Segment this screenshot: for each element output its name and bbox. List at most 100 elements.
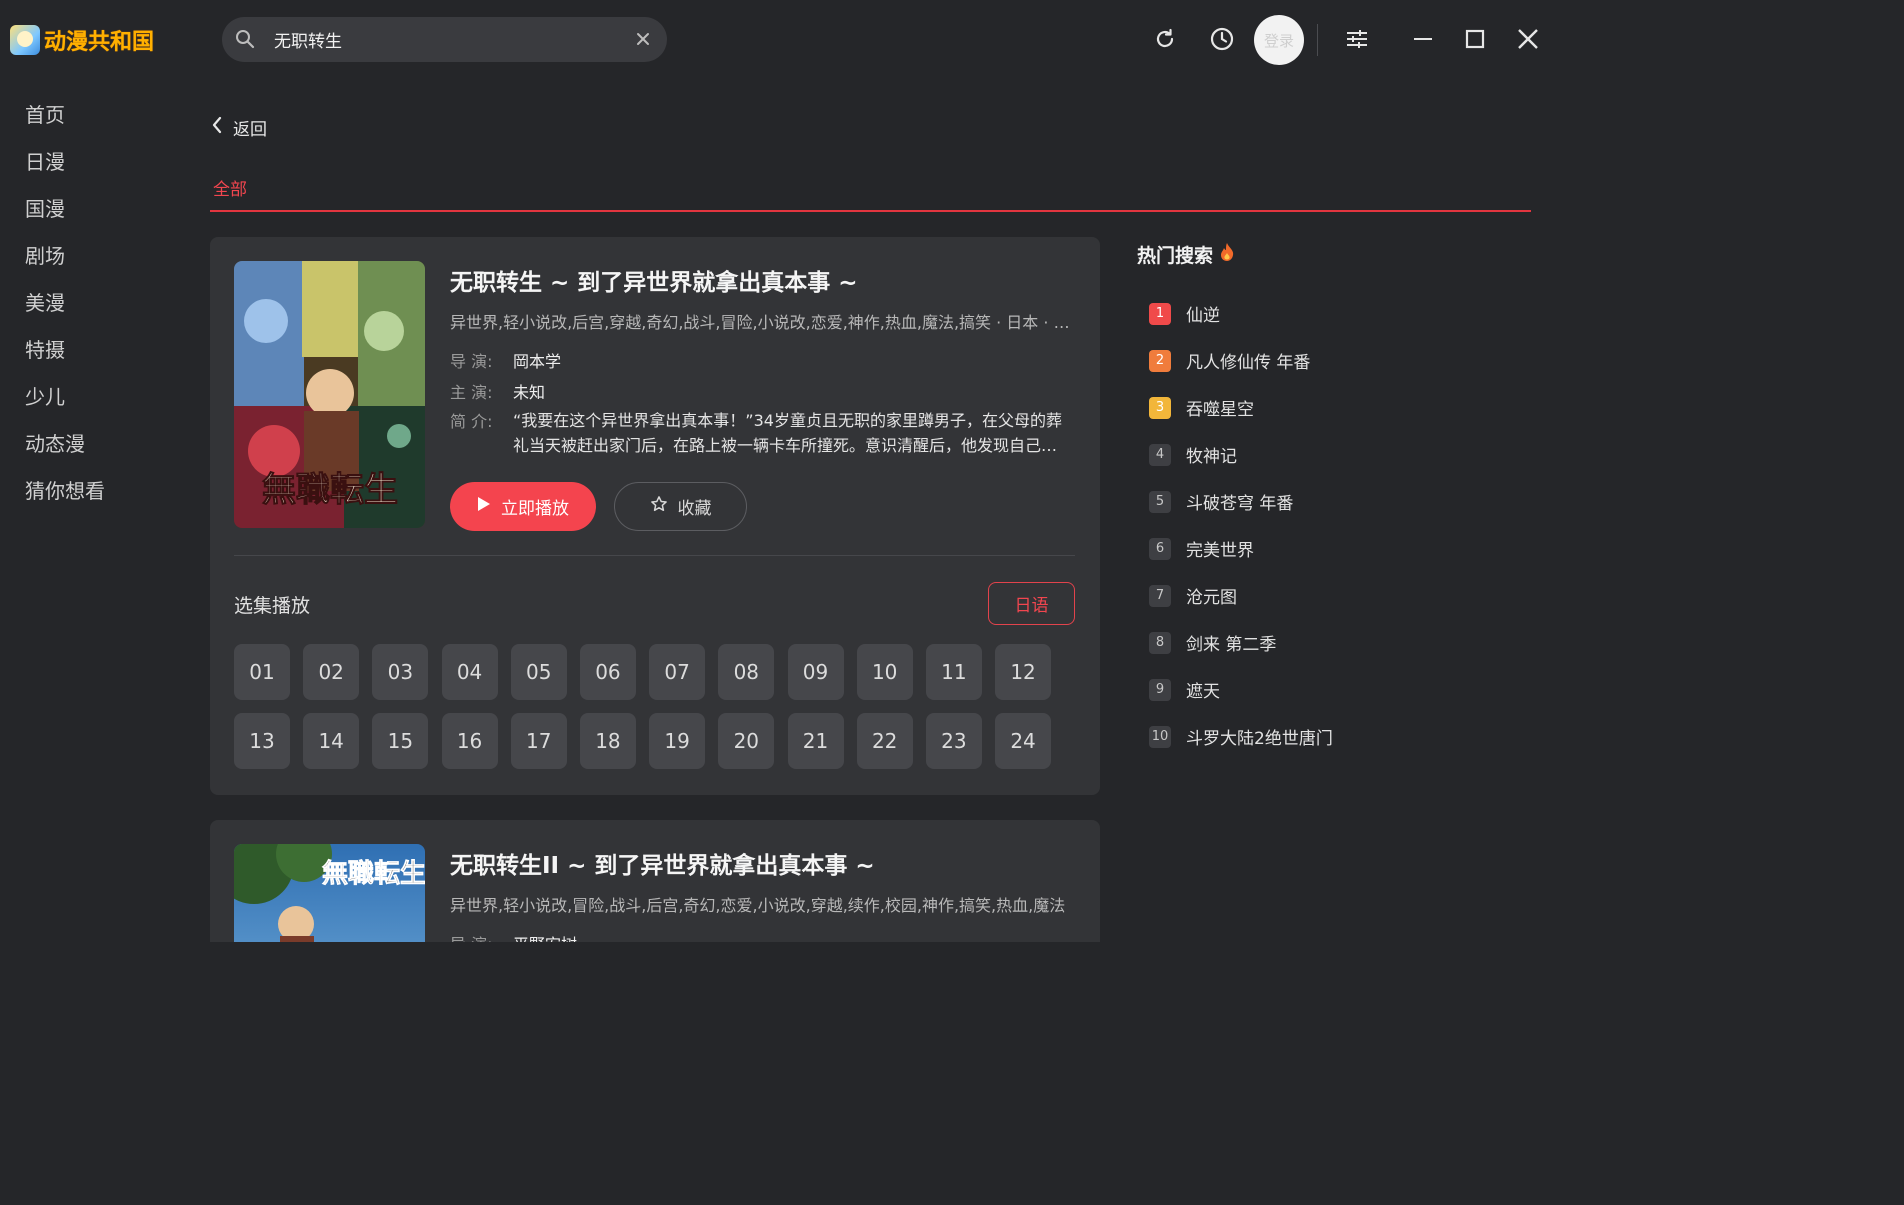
rank-badge: 6	[1149, 537, 1171, 560]
hot-search-item[interactable]: 9 遮天	[1137, 666, 1527, 713]
anime-title[interactable]: 无职转生 ~ 到了异世界就拿出真本事 ~	[450, 263, 858, 297]
episode-button[interactable]: 24	[995, 713, 1052, 769]
logo-text: 动漫共和国	[44, 30, 155, 55]
favorite-button[interactable]: 收藏	[614, 482, 747, 531]
hot-search-name: 斗罗大陆2绝世唐门	[1186, 729, 1333, 749]
header-divider	[1317, 24, 1318, 56]
director-row: 导 演: 岡本学	[450, 348, 561, 372]
hot-search-name: 完美世界	[1186, 541, 1254, 561]
sidebar-item-chinese-anime[interactable]: 国漫	[0, 186, 180, 233]
episode-button[interactable]: 02	[303, 644, 360, 700]
episode-button[interactable]: 13	[234, 713, 290, 769]
episode-button[interactable]: 07	[649, 644, 706, 700]
maximize-icon[interactable]	[1460, 24, 1490, 54]
episode-button[interactable]: 22	[856, 713, 913, 769]
play-now-label: 立即播放	[501, 499, 569, 519]
rank-badge: 7	[1149, 584, 1171, 607]
episode-button[interactable]: 19	[649, 713, 706, 769]
episode-grid: 01 02 03 04 05 06 07 08 09 10 11 12 13 1…	[234, 644, 1064, 769]
settings-sliders-icon[interactable]	[1342, 24, 1372, 54]
hot-search-list: 1 仙逆 2 凡人修仙传 年番 3 吞噬星空 4 牧神记 5 斗破苍穹 年番 6…	[1137, 290, 1527, 760]
episode-button[interactable]: 04	[441, 644, 498, 700]
episode-button[interactable]: 14	[303, 713, 360, 769]
app-logo[interactable]: 动漫共和国	[10, 24, 154, 56]
episode-button[interactable]: 18	[579, 713, 636, 769]
hot-search-name: 仙逆	[1186, 306, 1220, 326]
play-icon	[477, 496, 491, 517]
history-icon[interactable]	[1207, 24, 1237, 54]
cast-key: 主 演:	[450, 383, 493, 402]
hot-search-item[interactable]: 7 沧元图	[1137, 572, 1527, 619]
hot-search-name: 斗破苍穹 年番	[1186, 494, 1294, 514]
svg-text:無職転生: 無職転生	[262, 470, 398, 510]
sidebar-item-american-anime[interactable]: 美漫	[0, 280, 180, 327]
refresh-icon[interactable]	[1150, 24, 1180, 54]
search-icon	[235, 29, 255, 49]
episode-button[interactable]: 08	[718, 644, 775, 700]
episode-button[interactable]: 06	[579, 644, 636, 700]
cast-row: 主 演: 未知	[450, 379, 545, 403]
svg-text:無職転生: 無職転生	[322, 859, 425, 889]
sidebar-item-recommended[interactable]: 猜你想看	[0, 468, 180, 515]
episode-button[interactable]: 01	[234, 644, 290, 700]
search-bar[interactable]	[222, 17, 667, 62]
episode-button[interactable]: 20	[718, 713, 775, 769]
sidebar-item-japanese-anime[interactable]: 日漫	[0, 139, 180, 186]
sidebar-nav: 首页 日漫 国漫 剧场 美漫 特摄 少儿 动态漫 猜你想看	[0, 92, 180, 515]
episode-button[interactable]: 17	[510, 713, 567, 769]
episode-button[interactable]: 05	[510, 644, 567, 700]
chevron-left-icon	[211, 116, 223, 138]
director-row: 导 演: 平野宏树	[450, 931, 577, 942]
clear-search-icon[interactable]	[633, 29, 653, 49]
episode-button[interactable]: 21	[787, 713, 844, 769]
episode-button[interactable]: 09	[787, 644, 844, 700]
episode-button[interactable]: 03	[372, 644, 429, 700]
anime-poster[interactable]: 無職転生	[234, 844, 425, 942]
back-label: 返回	[233, 119, 267, 140]
rank-badge: 5	[1149, 490, 1171, 513]
sidebar-item-theater[interactable]: 剧场	[0, 233, 180, 280]
episode-button[interactable]: 23	[925, 713, 982, 769]
director-key: 导 演:	[450, 931, 513, 942]
hot-search-item[interactable]: 4 牧神记	[1137, 431, 1527, 478]
hot-search-item[interactable]: 1 仙逆	[1137, 290, 1527, 337]
result-card: 無職転生 无职转生II ~ 到了异世界就拿出真本事 ~ 异世界,轻小说改,冒险,…	[210, 820, 1100, 942]
hot-search-heading: 热门搜索	[1137, 240, 1527, 268]
hot-search-item[interactable]: 8 剑来 第二季	[1137, 619, 1527, 666]
anime-title[interactable]: 无职转生II ~ 到了异世界就拿出真本事 ~	[450, 846, 875, 880]
director-key: 导 演:	[450, 352, 493, 371]
director-value: 岡本学	[513, 352, 562, 371]
sidebar-item-tokusatsu[interactable]: 特摄	[0, 327, 180, 374]
hot-search-name: 吞噬星空	[1186, 400, 1254, 420]
rank-badge: 8	[1149, 631, 1171, 654]
back-button[interactable]: 返回	[211, 113, 267, 141]
cast-value: 未知	[513, 383, 546, 402]
close-icon[interactable]	[1513, 24, 1543, 54]
card-divider	[234, 555, 1075, 556]
hot-search-name: 遮天	[1186, 682, 1220, 702]
episode-button[interactable]: 16	[441, 713, 498, 769]
episode-button[interactable]: 15	[372, 713, 429, 769]
search-input[interactable]	[274, 17, 624, 62]
hot-search-name: 沧元图	[1186, 588, 1237, 608]
synopsis-key: 简 介:	[450, 412, 493, 431]
sidebar-item-home[interactable]: 首页	[0, 92, 180, 139]
hot-search-item[interactable]: 3 吞噬星空	[1137, 384, 1527, 431]
hot-search-name: 凡人修仙传 年番	[1186, 353, 1311, 373]
sidebar-item-motion-comic[interactable]: 动态漫	[0, 421, 180, 468]
hot-search-item[interactable]: 2 凡人修仙传 年番	[1137, 337, 1527, 384]
star-icon	[650, 495, 668, 518]
hot-search-item[interactable]: 5 斗破苍穹 年番	[1137, 478, 1527, 525]
login-avatar-button[interactable]: 登录	[1254, 15, 1304, 65]
anime-poster[interactable]: 無職転生	[234, 261, 425, 528]
episode-button[interactable]: 11	[925, 644, 982, 700]
tab-all[interactable]: 全部	[213, 175, 247, 200]
play-now-button[interactable]: 立即播放	[450, 482, 596, 531]
hot-search-item[interactable]: 6 完美世界	[1137, 525, 1527, 572]
minimize-icon[interactable]	[1408, 24, 1438, 54]
episode-button[interactable]: 12	[995, 644, 1052, 700]
language-japanese-button[interactable]: 日语	[988, 582, 1075, 625]
hot-search-item[interactable]: 10 斗罗大陆2绝世唐门	[1137, 713, 1527, 760]
episode-button[interactable]: 10	[856, 644, 913, 700]
sidebar-item-kids[interactable]: 少儿	[0, 374, 180, 421]
